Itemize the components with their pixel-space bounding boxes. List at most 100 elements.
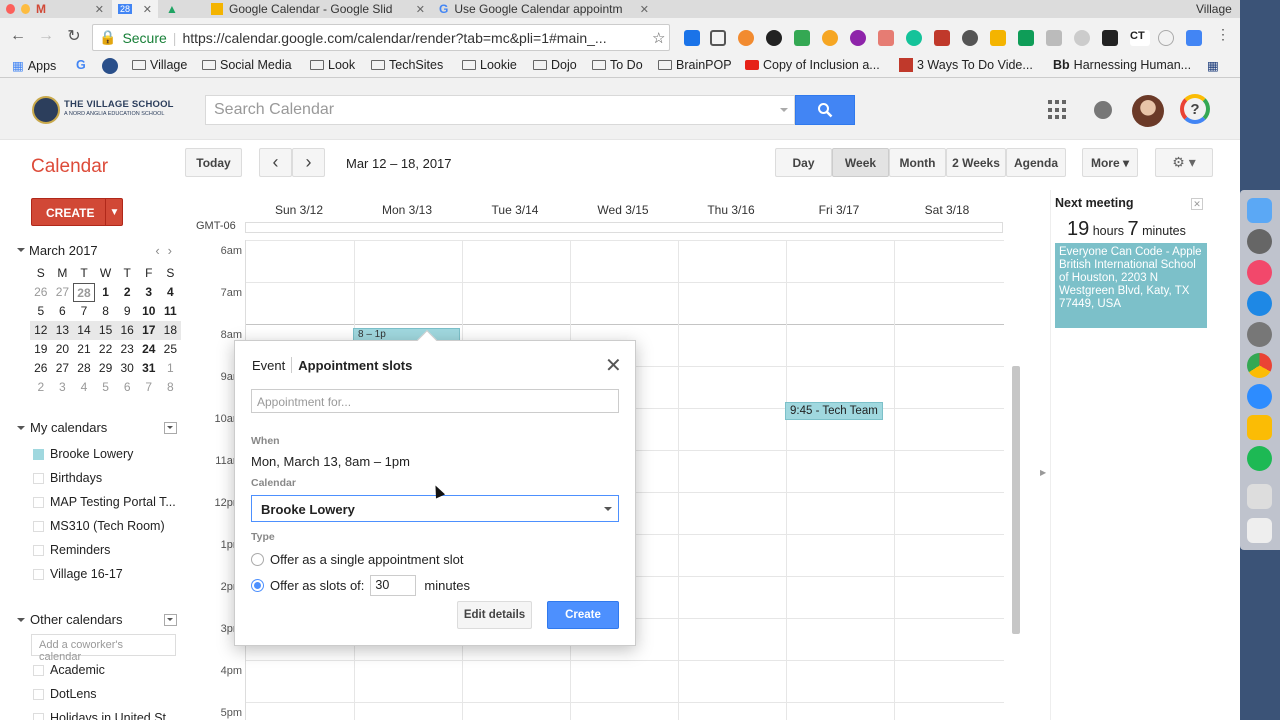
mini-day[interactable]: 10 (138, 302, 160, 321)
forward-icon[interactable]: → (32, 27, 60, 45)
calendar-color-swatch[interactable] (33, 568, 44, 580)
day-column-header[interactable]: Thu 3/16 (677, 203, 785, 217)
bookmark-brainpop[interactable]: BrainPOP (658, 58, 732, 72)
my-calendar-item[interactable]: Village 16-17 (33, 567, 123, 581)
bookmark-inclusion[interactable]: Copy of Inclusion a... (745, 58, 880, 72)
gtm-bookmark-icon[interactable] (102, 58, 118, 74)
mini-day[interactable]: 25 (160, 340, 182, 359)
calendar-color-swatch[interactable] (33, 544, 44, 556)
finder-icon[interactable] (1247, 198, 1272, 223)
microphone-icon[interactable] (1074, 30, 1090, 46)
mini-day[interactable]: 9 (116, 302, 138, 321)
menu-icon[interactable]: ⋮ (1216, 26, 1230, 42)
launchpad-icon[interactable] (1247, 229, 1272, 254)
spotify-icon[interactable] (1247, 446, 1272, 471)
chrome-icon[interactable] (1247, 353, 1272, 378)
today-button[interactable]: Today (185, 148, 242, 177)
add-coworker-input[interactable]: Add a coworker's calendar (31, 634, 176, 663)
tab-drive[interactable]: ▲ (160, 0, 200, 18)
bookmark-lookie[interactable]: Lookie (462, 58, 517, 72)
app-store-icon[interactable] (1247, 291, 1272, 316)
mini-day[interactable]: 5 (95, 378, 117, 397)
calendar-color-swatch[interactable] (33, 712, 44, 720)
google-bookmark-icon[interactable]: G (76, 58, 86, 72)
bookmark-social-media[interactable]: Social Media (202, 58, 292, 72)
mini-day[interactable]: 16 (116, 321, 138, 340)
next-button[interactable]: › (292, 148, 325, 177)
mini-day[interactable]: 17 (137, 321, 160, 340)
create-slots-button[interactable]: Create (547, 601, 619, 629)
mini-day[interactable]: 2 (116, 283, 138, 302)
radio-button[interactable] (251, 553, 264, 566)
profile-name[interactable]: Village (1190, 0, 1240, 18)
day-column-header[interactable]: Sat 3/18 (893, 203, 1001, 217)
view-week-button[interactable]: Week (832, 148, 889, 177)
create-dropdown-icon[interactable]: ▼ (105, 199, 123, 225)
mini-day[interactable]: 4 (73, 378, 95, 397)
mini-day[interactable]: 31 (138, 359, 160, 378)
printer-icon[interactable] (1247, 484, 1272, 509)
system-preferences-icon[interactable] (1247, 322, 1272, 347)
bookmark-techsites[interactable]: TechSites (371, 58, 443, 72)
mini-day[interactable]: 6 (52, 302, 74, 321)
appointment-title-input[interactable]: Appointment for... (251, 389, 619, 413)
extension-icon[interactable] (878, 30, 894, 46)
cast-icon[interactable] (710, 30, 726, 46)
section-menu-icon[interactable] (164, 421, 177, 434)
day-column-header[interactable]: Sun 3/12 (245, 203, 353, 217)
mini-day[interactable]: 20 (52, 340, 74, 359)
my-calendar-item[interactable]: Reminders (33, 543, 110, 557)
extension-icon[interactable] (934, 30, 950, 46)
calendar-color-swatch[interactable] (33, 520, 44, 532)
mini-day[interactable]: 3 (52, 378, 74, 397)
tab-appointment-help[interactable]: G Use Google Calendar appointm ✕ (433, 0, 655, 18)
expand-panel-icon[interactable]: ▶ (1040, 468, 1046, 477)
search-button[interactable] (795, 95, 855, 125)
calendar-color-swatch[interactable] (33, 448, 44, 460)
mini-day[interactable]: 1 (160, 359, 182, 378)
mini-day[interactable]: 15 (94, 321, 117, 340)
view-day-button[interactable]: Day (775, 148, 832, 177)
extension-icon[interactable] (684, 30, 700, 46)
mini-day[interactable]: 26 (30, 359, 52, 378)
mini-day[interactable]: 14 (73, 321, 95, 340)
tab-calendar[interactable]: 28 ✕ (112, 0, 158, 18)
bookmark-3-ways[interactable]: 3 Ways To Do Vide... (899, 58, 1033, 72)
keep-icon[interactable] (1247, 415, 1272, 440)
extension-icon[interactable] (1186, 30, 1202, 46)
grammarly-icon[interactable] (906, 30, 922, 46)
mini-day[interactable]: 7 (73, 302, 95, 321)
radio-single-slot[interactable]: Offer as a single appointment slot (251, 552, 463, 567)
grid-scrollbar[interactable] (1012, 366, 1020, 634)
calendar-color-swatch[interactable] (33, 664, 44, 676)
mini-nav-icons[interactable]: ‹› (155, 243, 180, 258)
mini-day[interactable]: 26 (30, 283, 52, 302)
mini-day[interactable]: 12 (30, 321, 52, 340)
view-2weeks-button[interactable]: 2 Weeks (946, 148, 1006, 177)
more-button[interactable]: More ▾ (1082, 148, 1138, 177)
other-calendar-item[interactable]: Holidays in United St... (33, 711, 176, 720)
radio-multiple-slots[interactable]: Offer as slots of: 30 minutes (251, 575, 470, 596)
close-icon[interactable]: ✕ (1191, 198, 1203, 210)
bookmark-dojo[interactable]: Dojo (533, 58, 577, 72)
day-column-header[interactable]: Tue 3/14 (461, 203, 569, 217)
edit-details-button[interactable]: Edit details (457, 601, 532, 629)
my-calendar-item[interactable]: MS310 (Tech Room) (33, 519, 165, 533)
reload-icon[interactable]: ↻ (60, 26, 88, 46)
my-calendar-item[interactable]: Birthdays (33, 471, 102, 485)
address-bar[interactable]: 🔒 Secure | https://calendar.google.com/c… (92, 24, 670, 51)
tab-appointment-slots[interactable]: Appointment slots (298, 358, 412, 373)
previous-button[interactable]: ‹ (259, 148, 292, 177)
section-menu-icon[interactable] (164, 613, 177, 626)
collapse-icon[interactable] (17, 248, 25, 256)
back-icon[interactable]: ← (4, 27, 32, 45)
other-bookmarks-icon[interactable]: ▦ (1207, 58, 1219, 73)
view-month-button[interactable]: Month (889, 148, 946, 177)
radio-button[interactable] (251, 579, 264, 592)
trash-icon[interactable] (1247, 518, 1272, 543)
extension-icon[interactable] (962, 30, 978, 46)
mini-day[interactable]: 8 (95, 302, 117, 321)
search-input[interactable]: Search Calendar (205, 95, 795, 125)
mini-day[interactable]: 19 (30, 340, 52, 359)
close-icon[interactable]: ✕ (605, 353, 622, 378)
